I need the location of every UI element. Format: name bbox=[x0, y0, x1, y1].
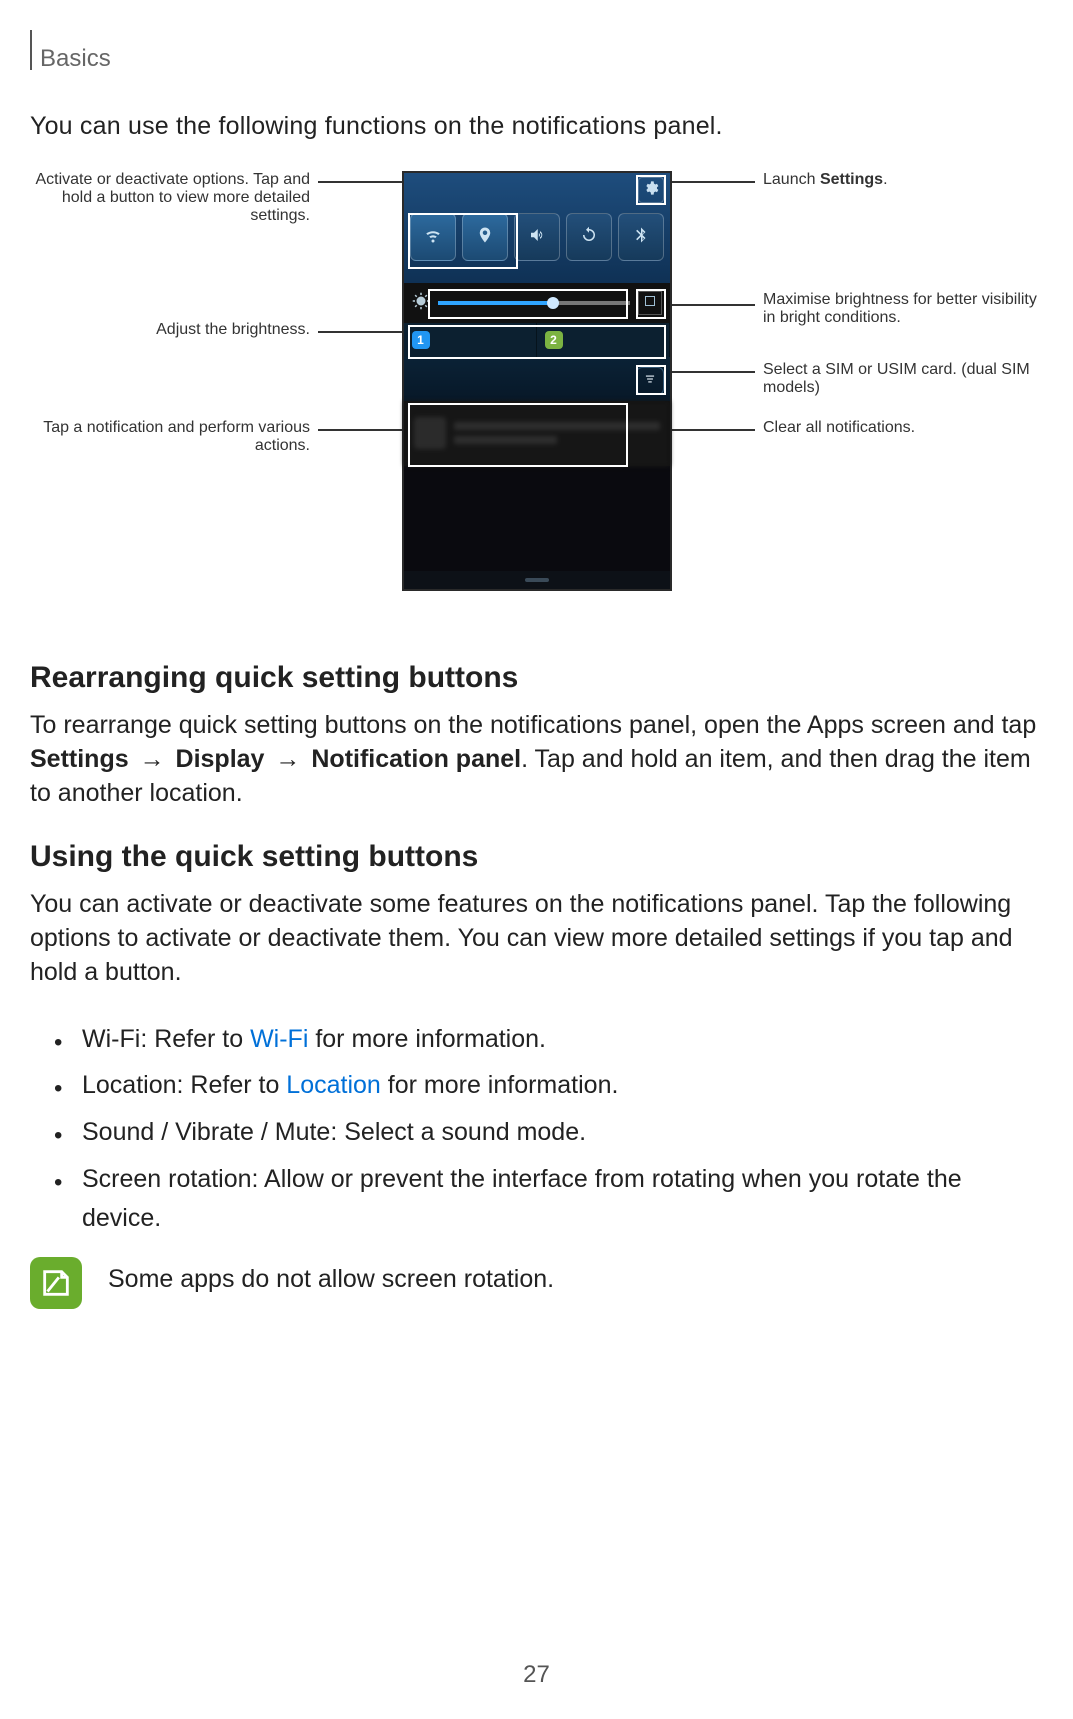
leader-line bbox=[670, 371, 755, 373]
item-mid: : Refer to bbox=[140, 1025, 250, 1053]
note-icon bbox=[30, 1257, 82, 1309]
sim-tab-2[interactable]: 2 bbox=[537, 323, 670, 357]
callout-settings-pre: Launch bbox=[763, 171, 820, 188]
item-bold: Sound bbox=[82, 1118, 154, 1146]
heading-using: Using the quick setting buttons bbox=[30, 840, 1043, 874]
list-item: Location: Refer to Location for more inf… bbox=[30, 1066, 1043, 1105]
rearrange-body: To rearrange quick setting buttons on th… bbox=[30, 709, 1043, 810]
callout-settings-post: . bbox=[883, 171, 887, 188]
location-icon bbox=[476, 226, 494, 249]
content-area: You can use the following functions on t… bbox=[30, 112, 1043, 1309]
quick-settings-row bbox=[404, 205, 670, 261]
sim-row: 1 2 bbox=[404, 323, 670, 357]
item-link[interactable]: Location bbox=[286, 1071, 381, 1099]
item-post: for more information. bbox=[308, 1025, 546, 1053]
arrow-icon: → bbox=[275, 745, 300, 773]
item-post: for more information. bbox=[381, 1071, 619, 1099]
brightness-slider[interactable] bbox=[438, 301, 630, 305]
section-header: Basics bbox=[40, 45, 111, 73]
sim-tab-1[interactable]: 1 bbox=[404, 323, 537, 357]
item-mid: : Refer to bbox=[177, 1071, 287, 1099]
phone-quick-panel bbox=[404, 173, 670, 283]
clear-icon bbox=[643, 372, 657, 391]
callout-sim: Select a SIM or USIM card. (dual SIM mod… bbox=[763, 361, 1043, 397]
callout-settings: Launch Settings. bbox=[763, 171, 1043, 189]
page-number: 27 bbox=[0, 1661, 1073, 1689]
note-text: Some apps do not allow screen rotation. bbox=[108, 1257, 554, 1294]
item-slash: / bbox=[254, 1118, 275, 1146]
wifi-icon bbox=[424, 226, 442, 249]
arrow-icon: → bbox=[140, 745, 165, 773]
list-item: Wi-Fi: Refer to Wi-Fi for more informati… bbox=[30, 1020, 1043, 1059]
list-item: Sound / Vibrate / Mute: Select a sound m… bbox=[30, 1113, 1043, 1152]
rotation-toggle[interactable] bbox=[566, 213, 612, 261]
notification-list bbox=[404, 401, 670, 466]
path-notification-panel: Notification panel bbox=[311, 745, 521, 773]
using-list: Wi-Fi: Refer to Wi-Fi for more informati… bbox=[30, 1020, 1043, 1238]
annotated-figure: Activate or deactivate options. Tap and … bbox=[30, 171, 1043, 611]
gear-icon bbox=[643, 180, 659, 201]
rotation-icon bbox=[580, 226, 598, 249]
leader-line bbox=[318, 331, 408, 333]
sound-icon bbox=[528, 226, 546, 249]
panel-handle-bar bbox=[404, 571, 670, 589]
leader-line bbox=[660, 304, 755, 306]
gear-row bbox=[404, 173, 670, 205]
sim2-badge: 2 bbox=[545, 331, 563, 349]
list-item: Screen rotation: Allow or prevent the in… bbox=[30, 1160, 1043, 1238]
brightness-knob[interactable] bbox=[547, 297, 559, 309]
callout-brightness: Adjust the brightness. bbox=[30, 321, 310, 339]
margin-rule bbox=[30, 30, 32, 70]
text-line bbox=[454, 436, 557, 444]
heading-rearranging: Rearranging quick setting buttons bbox=[30, 661, 1043, 695]
intro-text: You can use the following functions on t… bbox=[30, 112, 1043, 141]
brightness-fill bbox=[438, 301, 553, 305]
note: Some apps do not allow screen rotation. bbox=[30, 1257, 1043, 1309]
bluetooth-toggle[interactable] bbox=[618, 213, 664, 261]
callout-settings-bold: Settings bbox=[820, 171, 883, 188]
notification-item[interactable] bbox=[404, 401, 670, 466]
item-bold: Mute bbox=[275, 1118, 331, 1146]
checkbox-icon bbox=[644, 294, 656, 312]
sim1-badge: 1 bbox=[412, 331, 430, 349]
using-body: You can activate or deactivate some feat… bbox=[30, 888, 1043, 989]
max-brightness-toggle[interactable] bbox=[638, 291, 662, 315]
path-display: Display bbox=[176, 745, 265, 773]
wifi-toggle[interactable] bbox=[410, 213, 456, 261]
notification-app-icon bbox=[414, 417, 446, 449]
path-settings: Settings bbox=[30, 745, 129, 773]
callout-max-brightness: Maximise brightness for better visibilit… bbox=[763, 291, 1043, 327]
text: To rearrange quick setting buttons on th… bbox=[30, 711, 1036, 739]
brightness-icon bbox=[412, 292, 430, 315]
notification-header bbox=[404, 357, 670, 401]
phone-mock: 1 2 bbox=[402, 171, 672, 591]
item-bold: Location bbox=[82, 1071, 177, 1099]
notification-text bbox=[454, 422, 660, 444]
clear-all-button[interactable] bbox=[636, 367, 664, 395]
settings-button[interactable] bbox=[638, 177, 664, 203]
item-bold: Wi-Fi bbox=[82, 1025, 140, 1053]
text-line bbox=[454, 422, 660, 430]
item-link[interactable]: Wi-Fi bbox=[250, 1025, 308, 1053]
item-bold: Screen rotation bbox=[82, 1165, 252, 1193]
item-post: : Select a sound mode. bbox=[330, 1118, 586, 1146]
callout-notification: Tap a notification and perform various a… bbox=[30, 419, 310, 455]
drag-handle[interactable] bbox=[525, 578, 549, 582]
callout-clear: Clear all notifications. bbox=[763, 419, 1043, 437]
page: Basics You can use the following functio… bbox=[0, 0, 1073, 1719]
location-toggle[interactable] bbox=[462, 213, 508, 261]
callout-options: Activate or deactivate options. Tap and … bbox=[30, 171, 310, 225]
leader-line bbox=[318, 429, 408, 431]
item-slash: / bbox=[154, 1118, 175, 1146]
bluetooth-icon bbox=[632, 226, 650, 249]
item-bold: Vibrate bbox=[175, 1118, 254, 1146]
brightness-row bbox=[404, 283, 670, 323]
sound-toggle[interactable] bbox=[514, 213, 560, 261]
